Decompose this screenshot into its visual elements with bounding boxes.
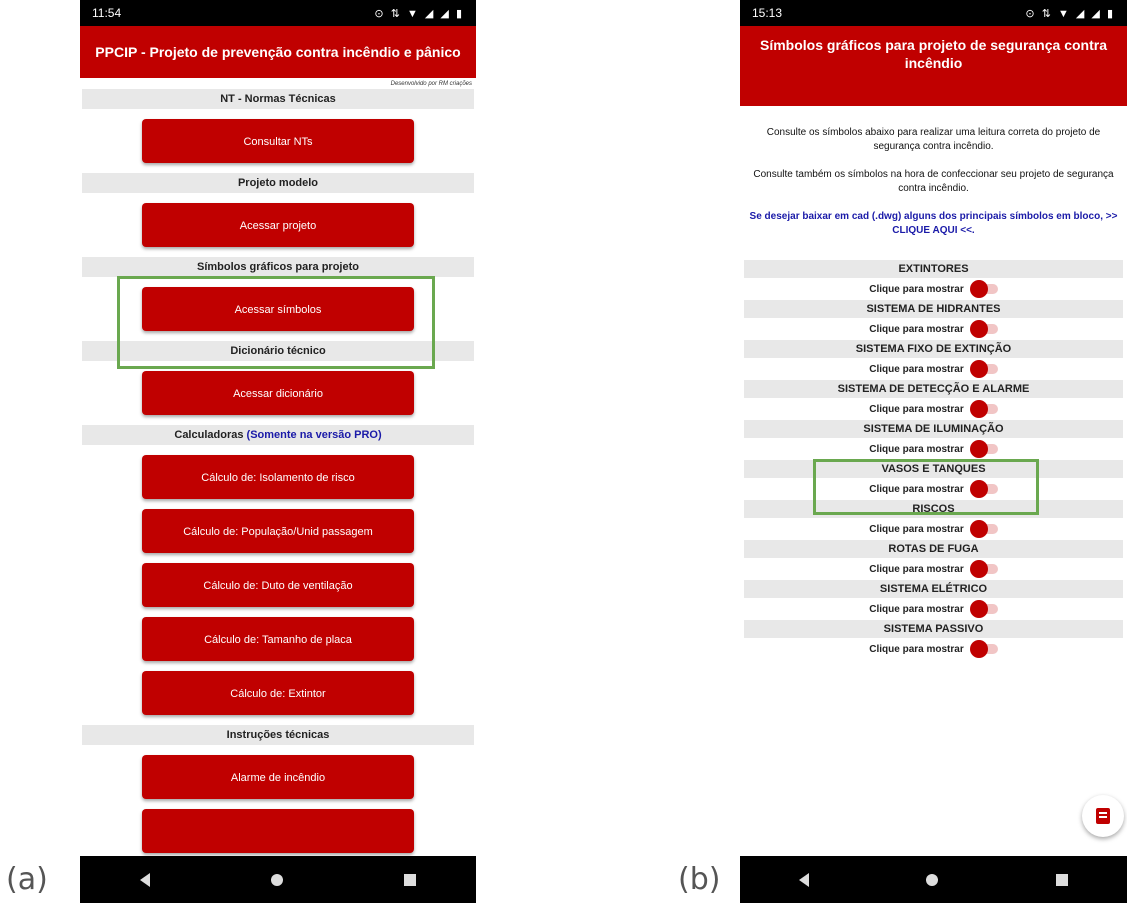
pro-version-note[interactable]: (Somente na versão PRO) <box>247 429 382 441</box>
back-icon[interactable] <box>798 872 809 887</box>
toggle-label: Clique para mostrar <box>869 403 964 415</box>
section-header-calculadoras: Calculadoras (Somente na versão PRO) <box>82 425 474 445</box>
show-toggle-switch[interactable] <box>969 360 998 378</box>
document-fab[interactable] <box>1082 795 1124 837</box>
android-nav-bar <box>80 856 476 903</box>
category-title: SISTEMA DE DETECÇÃO E ALARME <box>744 380 1123 398</box>
section-header-instrucoes: Instruções técnicas <box>82 725 474 745</box>
status-icons: ⊙ ⇅ ▼ ◢ ◢ ▮ <box>1025 7 1115 20</box>
toggle-label: Clique para mostrar <box>869 443 964 455</box>
toggle-label: Clique para mostrar <box>869 523 964 535</box>
show-toggle-switch[interactable] <box>969 440 998 458</box>
app-title-bar: PPCIP - Projeto de prevenção contra incê… <box>80 26 476 78</box>
developer-credit: Desenvolvido por RM criações <box>390 81 472 87</box>
toggle-label: Clique para mostrar <box>869 363 964 375</box>
calc-placa-button[interactable]: Cálculo de: Tamanho de placa <box>142 617 414 661</box>
highlight-box-simbolos <box>117 276 435 369</box>
acessar-projeto-button[interactable]: Acessar projeto <box>142 203 414 247</box>
intro-paragraph-1: Consulte os símbolos abaixo para realiza… <box>766 127 1101 152</box>
phone-screen-b: 15:13 ⊙ ⇅ ▼ ◢ ◢ ▮ Símbolos gráficos para… <box>740 0 1127 903</box>
calc-extintor-button[interactable]: Cálculo de: Extintor <box>142 671 414 715</box>
status-time: 15:13 <box>752 6 783 20</box>
calc-populacao-button[interactable]: Cálculo de: População/Unid passagem <box>142 509 414 553</box>
acessar-dicionario-button[interactable]: Acessar dicionário <box>142 371 414 415</box>
consultar-nts-button[interactable]: Consultar NTs <box>142 119 414 163</box>
toggle-label: Clique para mostrar <box>869 563 964 575</box>
show-toggle-switch[interactable] <box>969 400 998 418</box>
toggle-label: Clique para mostrar <box>869 603 964 615</box>
category-toggle-row[interactable]: Clique para mostrar <box>740 598 1127 620</box>
section-header-normas: NT - Normas Técnicas <box>82 89 474 109</box>
show-toggle-switch[interactable] <box>969 520 998 538</box>
section-header-simbolos: Símbolos gráficos para projeto <box>82 257 474 277</box>
category-toggle-row[interactable]: Clique para mostrar <box>740 358 1127 380</box>
category-toggle-row[interactable]: Clique para mostrar <box>740 278 1127 300</box>
category-title: SISTEMA ELÉTRICO <box>744 580 1123 598</box>
home-icon[interactable] <box>270 873 283 886</box>
android-nav-bar <box>740 856 1127 903</box>
show-toggle-switch[interactable] <box>969 280 998 298</box>
section-header-projeto-modelo: Projeto modelo <box>82 173 474 193</box>
calc-duto-button[interactable]: Cálculo de: Duto de ventilação <box>142 563 414 607</box>
category-toggle-row[interactable]: Clique para mostrar <box>740 398 1127 420</box>
highlight-box-deteccao <box>813 459 1039 515</box>
category-toggle-row[interactable]: Clique para mostrar <box>740 518 1127 540</box>
document-icon <box>1096 808 1110 824</box>
category-title: SISTEMA DE HIDRANTES <box>744 300 1123 318</box>
status-icons: ⊙ ⇅ ▼ ◢ ◢ ▮ <box>374 7 464 20</box>
show-toggle-switch[interactable] <box>969 320 998 338</box>
toggle-label: Clique para mostrar <box>869 643 964 655</box>
intro-paragraph-2: Consulte também os símbolos na hora de c… <box>753 169 1114 194</box>
recent-apps-icon[interactable] <box>1056 873 1069 886</box>
category-title: SISTEMA DE ILUMINAÇÃO <box>744 420 1123 438</box>
toggle-label: Clique para mostrar <box>869 283 964 295</box>
home-icon[interactable] <box>926 873 939 886</box>
next-button-partial[interactable] <box>142 809 414 853</box>
category-title: ROTAS DE FUGA <box>744 540 1123 558</box>
show-toggle-switch[interactable] <box>969 640 998 658</box>
status-bar: 11:54 ⊙ ⇅ ▼ ◢ ◢ ▮ <box>80 0 476 26</box>
phone-screen-a: 11:54 ⊙ ⇅ ▼ ◢ ◢ ▮ PPCIP - Projeto de pre… <box>80 0 476 903</box>
show-toggle-switch[interactable] <box>969 560 998 578</box>
calc-isolamento-button[interactable]: Cálculo de: Isolamento de risco <box>142 455 414 499</box>
status-bar: 15:13 ⊙ ⇅ ▼ ◢ ◢ ▮ <box>740 0 1127 26</box>
category-toggle-row[interactable]: Clique para mostrar <box>740 438 1127 460</box>
back-icon[interactable] <box>140 872 151 887</box>
category-title: SISTEMA FIXO DE EXTINÇÃO <box>744 340 1123 358</box>
download-cad-link[interactable]: Se desejar baixar em cad (.dwg) alguns d… <box>740 210 1127 238</box>
category-toggle-row[interactable]: Clique para mostrar <box>740 638 1127 660</box>
alarme-incendio-button[interactable]: Alarme de incêndio <box>142 755 414 799</box>
category-toggle-row[interactable]: Clique para mostrar <box>740 318 1127 340</box>
category-title: SISTEMA PASSIVO <box>744 620 1123 638</box>
show-toggle-switch[interactable] <box>969 600 998 618</box>
panel-label-b: (b) <box>678 862 721 897</box>
category-title: EXTINTORES <box>744 260 1123 278</box>
category-toggle-row[interactable]: Clique para mostrar <box>740 558 1127 580</box>
toggle-label: Clique para mostrar <box>869 323 964 335</box>
panel-label-a: (a) <box>6 862 48 897</box>
app-title-bar: Símbolos gráficos para projeto de segura… <box>740 26 1127 106</box>
calculadoras-label: Calculadoras <box>174 429 244 441</box>
status-time: 11:54 <box>92 6 122 20</box>
recent-apps-icon[interactable] <box>403 873 416 886</box>
